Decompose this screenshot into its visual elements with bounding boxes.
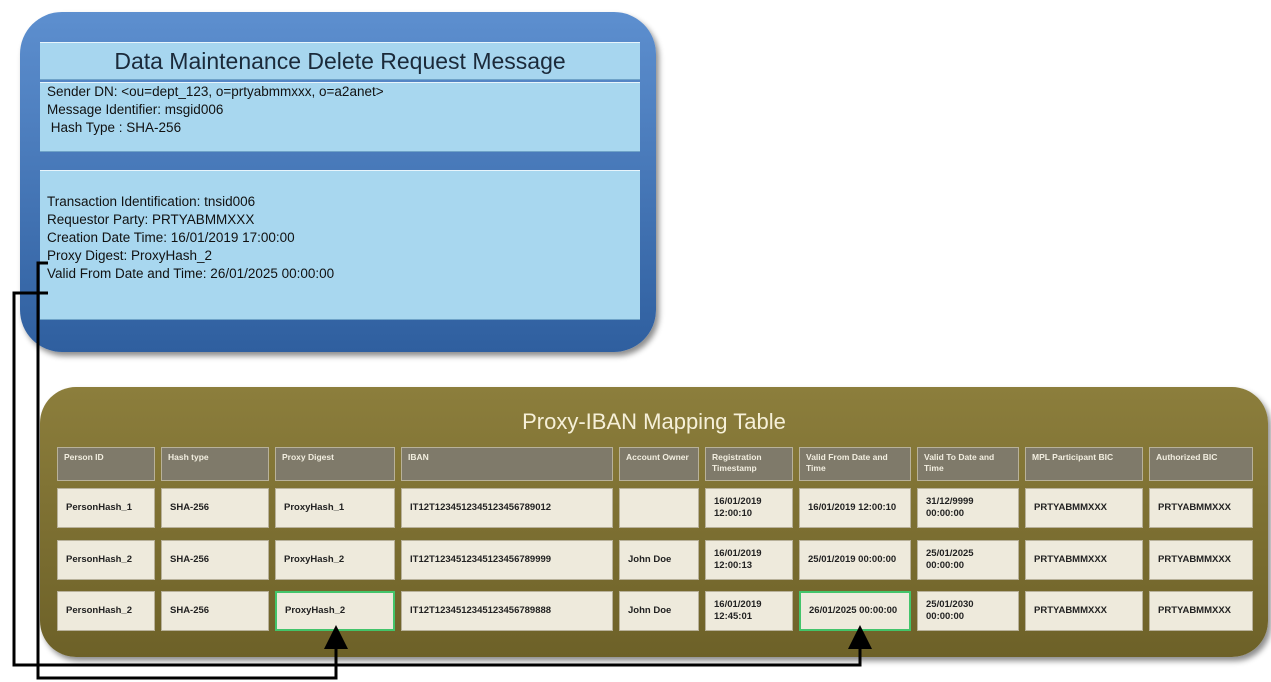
connector-arrows	[12, 261, 872, 680]
valid-from-connector	[12, 291, 872, 667]
proxy-digest-connector	[36, 261, 348, 680]
